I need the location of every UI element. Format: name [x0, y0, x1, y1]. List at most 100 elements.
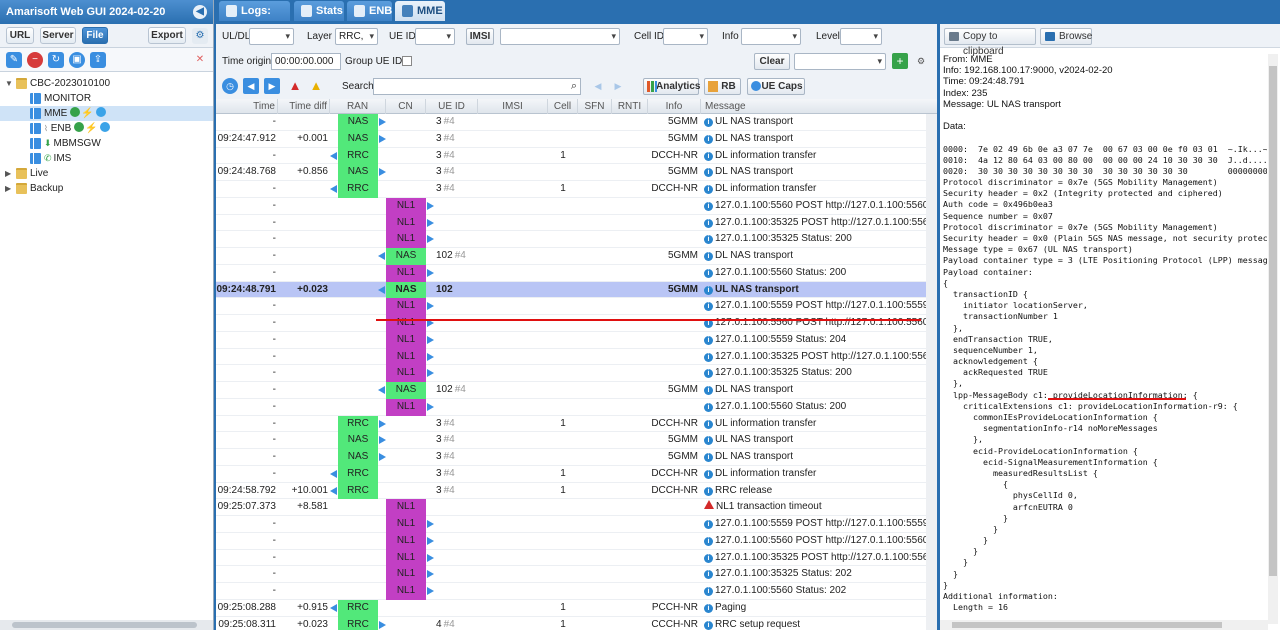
- clear-button[interactable]: Clear: [754, 53, 790, 70]
- settings-icon[interactable]: ⚙: [192, 28, 208, 44]
- tree-folder-live[interactable]: ▶ Live: [0, 166, 213, 181]
- layer-select[interactable]: RRC,: [335, 28, 378, 45]
- column-header-info[interactable]: Info: [648, 99, 701, 114]
- arrow-left-icon[interactable]: ◀: [243, 78, 259, 94]
- file-button[interactable]: File: [82, 27, 108, 44]
- clear-select[interactable]: [794, 53, 886, 70]
- tree-folder-backup[interactable]: ▶ Backup: [0, 181, 213, 196]
- info-select[interactable]: [741, 28, 801, 45]
- table-row[interactable]: 09:24:48.768 +0.856 NAS 3 #4 5GMM i DL NAS tran…: [216, 164, 926, 181]
- table-row[interactable]: - RRC 3 #4 1 DCCH-NR i DL information transfer: [216, 465, 926, 483]
- refresh-icon[interactable]: ↻: [48, 52, 64, 68]
- tab-logs[interactable]: Logs: 2360: [219, 1, 290, 37]
- clock-icon[interactable]: ◷: [222, 78, 238, 94]
- ueid-select[interactable]: [415, 28, 455, 45]
- copy-to-clipboard-button[interactable]: Copy to clipboard: [944, 28, 1036, 57]
- binoculars-icon[interactable]: ⌕: [566, 78, 582, 94]
- imsi-button[interactable]: IMSI: [466, 28, 494, 45]
- table-row[interactable]: - NL1 i 127.0.1.100:5560 POST http://127.0.…: [216, 315, 926, 332]
- tree-item-monitor[interactable]: MONITOR: [0, 91, 213, 106]
- table-row[interactable]: - RRC 3 #4 1 DCCH-NR i UL information transfer: [216, 415, 926, 433]
- table-row[interactable]: - NL1 i 127.0.1.100:5560 POST http://127.0.…: [216, 197, 926, 215]
- expand-arrow-icon[interactable]: ▼: [5, 76, 15, 91]
- add-icon[interactable]: +: [892, 53, 908, 69]
- table-row[interactable]: - RRC 3 #4 1 DCCH-NR i DL information transfer: [216, 147, 926, 165]
- group-ue-checkbox[interactable]: [402, 56, 412, 66]
- column-header-rnti[interactable]: RNTI: [612, 99, 648, 114]
- vertical-scrollbar[interactable]: [926, 114, 937, 630]
- table-row[interactable]: 09:25:08.288 +0.915 RRC 1 PCCH-NR i Paging: [216, 599, 926, 617]
- column-header-time[interactable]: Time: [216, 99, 278, 114]
- tree-item-mbmsgw[interactable]: ⬇ MBMSGW: [0, 136, 213, 151]
- tree-item-mme[interactable]: MME ⚡: [0, 106, 213, 121]
- level-select[interactable]: [840, 28, 882, 45]
- column-header-cn[interactable]: CN: [386, 99, 426, 114]
- column-header-message[interactable]: Message: [701, 99, 926, 114]
- table-row[interactable]: - NL1 i 127.0.1.100:35325 Status: 200: [216, 231, 926, 248]
- table-row[interactable]: - NL1 i 127.0.1.100:35325 POST http://127.0…: [216, 549, 926, 567]
- table-row[interactable]: - NL1 i 127.0.1.100:5560 POST http://127.0.…: [216, 532, 926, 550]
- error-filter-icon[interactable]: ▲: [287, 78, 303, 94]
- table-row[interactable]: - NL1 i 127.0.1.100:35325 POST http://127.0…: [216, 348, 926, 366]
- rb-button[interactable]: RB: [704, 78, 741, 95]
- column-header-sfn[interactable]: SFN: [578, 99, 612, 114]
- table-row[interactable]: 09:24:58.792 +10.001 RRC 3 #4 1 DCCH-NR i RRC re…: [216, 482, 926, 500]
- column-header-cell[interactable]: Cell: [548, 99, 578, 114]
- table-row[interactable]: 09:25:07.373 +8.581 NL1 NL1 transaction tim…: [216, 499, 926, 516]
- close-icon[interactable]: ✕: [192, 52, 208, 68]
- play-icon[interactable]: [95, 107, 106, 117]
- table-row[interactable]: - NL1 i 127.0.1.100:5560 Status: 202: [216, 583, 926, 600]
- wrench-icon[interactable]: ✎: [6, 52, 22, 68]
- table-row[interactable]: 09:25:08.311 +0.023 RRC 4 #4 1 CCCH-NR i RRC set…: [216, 616, 926, 630]
- arrow-right-icon[interactable]: ▶: [264, 78, 280, 94]
- expand-arrow-icon[interactable]: ▶: [5, 181, 15, 196]
- uldl-select[interactable]: [249, 28, 294, 45]
- time-origin-input[interactable]: 00:00:00.000: [271, 53, 341, 70]
- table-row[interactable]: - NL1 i 127.0.1.100:35325 Status: 200: [216, 365, 926, 382]
- table-row[interactable]: - NAS 3 #4 5GMM i DL NAS transport: [216, 449, 926, 466]
- server-button[interactable]: Server: [40, 27, 76, 44]
- tab-stats[interactable]: Stats: [294, 1, 344, 21]
- table-row[interactable]: - RRC 3 #4 1 DCCH-NR i DL information transfer: [216, 181, 926, 198]
- horizontal-scrollbar[interactable]: [940, 620, 1268, 630]
- horizontal-scrollbar[interactable]: [0, 620, 213, 630]
- export-button[interactable]: Export: [148, 27, 186, 44]
- tree-root[interactable]: ▼ CBC-2023010100: [0, 76, 213, 91]
- column-header-ran[interactable]: RAN: [330, 99, 386, 114]
- imsi-select[interactable]: [500, 28, 620, 45]
- tab-enb[interactable]: ENB: [347, 1, 392, 21]
- column-header-imsi[interactable]: IMSI: [478, 99, 548, 114]
- table-row[interactable]: - NL1 i 127.0.1.100:35325 POST http://127.0…: [216, 214, 926, 232]
- browse-button[interactable]: Browse: [1040, 28, 1092, 45]
- analytics-button[interactable]: Analytics: [643, 78, 700, 95]
- play-icon[interactable]: [99, 122, 110, 132]
- stop-icon[interactable]: −: [27, 52, 43, 68]
- table-row[interactable]: - NAS 3 #4 5GMM i UL NAS transport: [216, 114, 926, 131]
- upload-icon[interactable]: ⇪: [90, 52, 106, 68]
- table-row[interactable]: - NL1 i 127.0.1.100:5559 Status: 204: [216, 331, 926, 349]
- column-header-time-diff[interactable]: Time diff: [278, 99, 330, 114]
- tab-mme[interactable]: MME: [395, 1, 445, 21]
- ue-caps-button[interactable]: UE Caps: [747, 78, 805, 95]
- table-row[interactable]: - NL1 i 127.0.1.100:5560 Status: 200: [216, 264, 926, 282]
- column-header-ue-id[interactable]: UE ID: [426, 99, 478, 114]
- tree-item-enb[interactable]: ⌇ ENB ⚡: [0, 121, 213, 136]
- tree-item-ims[interactable]: ✆ IMS: [0, 151, 213, 166]
- next-match-icon[interactable]: ▶: [610, 78, 626, 94]
- url-button[interactable]: URL: [6, 27, 34, 44]
- server-icon[interactable]: ▣: [69, 52, 85, 68]
- expand-arrow-icon[interactable]: ▶: [5, 166, 15, 181]
- prev-match-icon[interactable]: ◀: [590, 78, 606, 94]
- table-row[interactable]: 09:24:48.791 +0.023 NAS 102 5GMM i UL NAS tran…: [216, 281, 926, 299]
- table-row[interactable]: - NL1 i 127.0.1.100:5560 Status: 200: [216, 398, 926, 416]
- search-input[interactable]: [373, 78, 581, 95]
- cellid-select[interactable]: [663, 28, 708, 45]
- collapse-panel-icon[interactable]: ◀: [193, 5, 207, 19]
- table-row[interactable]: - NL1 i 127.0.1.100:5559 POST http://127.0.…: [216, 516, 926, 533]
- table-row[interactable]: - NL1 i 127.0.1.100:35325 Status: 202: [216, 566, 926, 583]
- table-row[interactable]: 09:24:47.912 +0.001 NAS 3 #4 5GMM i DL NAS tran…: [216, 130, 926, 148]
- vertical-scrollbar[interactable]: [1268, 54, 1278, 624]
- table-row[interactable]: - NAS 3 #4 5GMM i UL NAS transport: [216, 432, 926, 449]
- table-row[interactable]: - NL1 i 127.0.1.100:5559 POST http://127.0.…: [216, 298, 926, 315]
- settings-icon[interactable]: ⚙: [913, 53, 929, 69]
